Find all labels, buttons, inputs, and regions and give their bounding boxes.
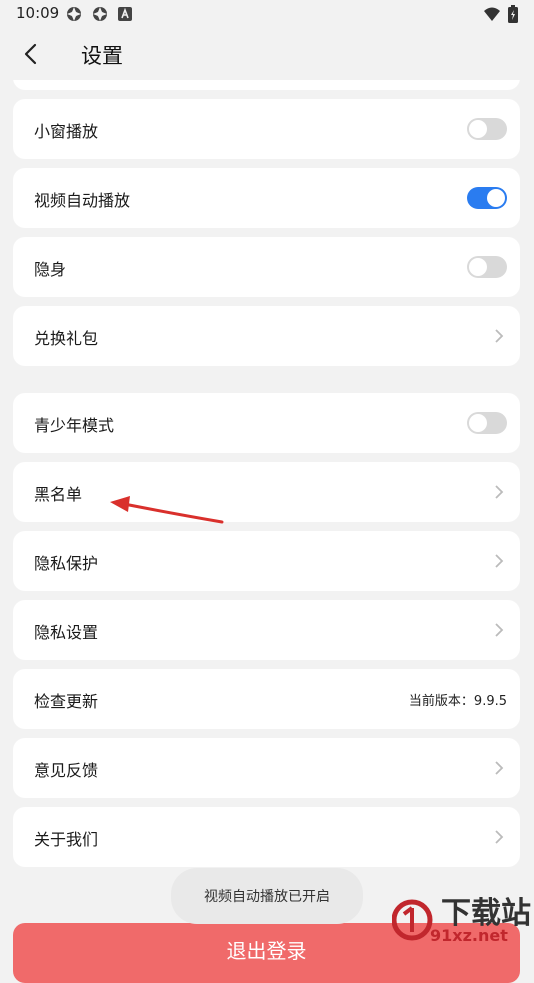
version-value: 当前版本：9.9.5 [408, 694, 507, 709]
chevron-right-icon [495, 623, 504, 637]
setting-label: 青少年模式 [34, 416, 115, 435]
setting-label: 隐私保护 [34, 554, 99, 573]
status-bar: 10:09 [0, 0, 534, 28]
watermark-url: 91xz.net [430, 926, 508, 945]
teen-mode-toggle[interactable] [467, 412, 507, 434]
mini-window-toggle[interactable] [467, 118, 507, 140]
setting-row-privacy-protection[interactable]: 隐私保护 [13, 531, 520, 591]
setting-label: 视频自动播放 [34, 191, 131, 210]
back-arrow-icon[interactable] [18, 40, 46, 68]
wifi-icon [484, 7, 500, 21]
setting-label: 检查更新 [34, 692, 99, 711]
toggle-knob [469, 258, 487, 276]
setting-row-about-us[interactable]: 关于我们 [13, 807, 520, 867]
setting-label: 黑名单 [34, 485, 83, 504]
setting-row-mini-window[interactable]: 小窗播放 [13, 99, 520, 159]
setting-label: 隐身 [34, 260, 67, 279]
setting-label: 小窗播放 [34, 122, 99, 141]
toggle-knob [469, 120, 487, 138]
battery-icon [508, 5, 518, 23]
toggle-knob [469, 414, 487, 432]
text-notification-icon [118, 7, 132, 21]
setting-row-blacklist[interactable]: 黑名单 [13, 462, 520, 522]
toggle-knob [487, 189, 505, 207]
chevron-right-icon [495, 554, 504, 568]
setting-label: 关于我们 [34, 830, 99, 849]
setting-row-privacy-settings[interactable]: 隐私设置 [13, 600, 520, 660]
setting-label: 意见反馈 [34, 761, 99, 780]
setting-row-redeem-gift[interactable]: 兑换礼包 [13, 306, 520, 366]
chevron-right-icon [495, 485, 504, 499]
setting-row-teen-mode[interactable]: 青少年模式 [13, 393, 520, 453]
setting-label: 隐私设置 [34, 623, 99, 642]
setting-row-feedback[interactable]: 意见反馈 [13, 738, 520, 798]
invisible-toggle[interactable] [467, 256, 507, 278]
chevron-right-icon [495, 329, 504, 343]
app-header-overlay: 设置 [0, 28, 534, 80]
chevron-right-icon [495, 761, 504, 775]
setting-row-invisible[interactable]: 隐身 [13, 237, 520, 297]
toast-message: 视频自动播放已开启 [171, 868, 363, 924]
setting-label: 兑换礼包 [34, 329, 99, 348]
toast-text: 视频自动播放已开启 [204, 889, 330, 905]
autoplay-toggle[interactable] [467, 187, 507, 209]
page-title: 设置 [81, 44, 123, 68]
setting-row-autoplay[interactable]: 视频自动播放 [13, 168, 520, 228]
status-time: 10:09 [16, 4, 60, 22]
setting-row-check-update[interactable]: 检查更新 当前版本：9.9.5 [13, 669, 520, 729]
app-notification-icon [67, 7, 81, 21]
chevron-right-icon [495, 830, 504, 844]
app-notification-icon [93, 7, 107, 21]
